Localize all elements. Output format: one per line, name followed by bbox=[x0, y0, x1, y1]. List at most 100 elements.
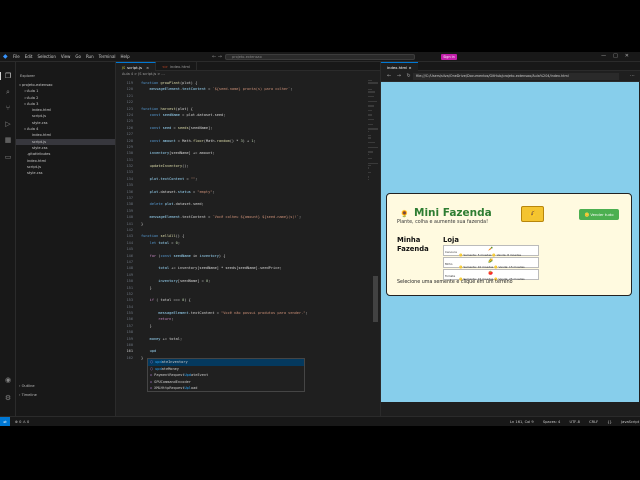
code-token: () { bbox=[175, 234, 185, 239]
source-control-icon[interactable]: ⑂ bbox=[4, 104, 12, 112]
code-token: ) { bbox=[218, 253, 226, 258]
menu-view[interactable]: View bbox=[61, 54, 71, 59]
function-symbol-icon: ⬡ bbox=[150, 366, 154, 371]
menu-file[interactable]: File bbox=[13, 54, 20, 59]
breadcrumb[interactable]: Aula 4 > JS script.js > ... bbox=[122, 72, 165, 76]
outline-section[interactable]: › Outline bbox=[16, 382, 115, 390]
code-token: plot bbox=[141, 176, 159, 181]
sign-in-button[interactable]: Sign in bbox=[441, 54, 457, 60]
suggestion-prefix: PaymentRequest bbox=[154, 373, 185, 377]
code-token: growPlant bbox=[160, 81, 180, 85]
menu-help[interactable]: Help bbox=[121, 54, 130, 59]
minimap-line bbox=[368, 162, 378, 164]
command-center-search[interactable]: projeto-extensao bbox=[225, 54, 415, 60]
remote-indicator-icon[interactable]: ⇌ bbox=[0, 417, 10, 426]
code-token: [seedName] += amount; bbox=[169, 151, 215, 156]
minimap-line bbox=[368, 109, 372, 112]
explorer-icon[interactable]: ❐ bbox=[0, 72, 12, 80]
sell-all-label: Vender tudo bbox=[590, 212, 614, 217]
app-subtitle: Plante, colha e aumente sua fazenda! bbox=[397, 220, 489, 225]
tab-label: index.html bbox=[169, 64, 191, 69]
app-title: Mini Fazenda bbox=[414, 207, 492, 219]
minimap-line bbox=[368, 137, 371, 139]
code-lines[interactable]: 119 function growPlant(plot) {120 message… bbox=[116, 80, 380, 361]
code-token: ; bbox=[171, 317, 174, 322]
encoding[interactable]: UTF-8 bbox=[569, 420, 579, 424]
editor-scrollbar[interactable] bbox=[373, 276, 378, 322]
menu-selection[interactable]: Selection bbox=[37, 54, 55, 59]
code-token: ) { bbox=[184, 298, 191, 303]
line-number: 162 bbox=[126, 355, 134, 360]
menu-terminal[interactable]: Terminal bbox=[99, 54, 116, 59]
shop-item-name: Tomate bbox=[445, 274, 456, 278]
code-token: [seedName]; bbox=[188, 125, 213, 130]
remote-explorer-icon[interactable]: ▭ bbox=[4, 153, 12, 161]
suggestion-item[interactable]: ◇ XMLHttpRequestUpload bbox=[148, 385, 304, 392]
code-token: `${seed.name} pronta(s) para colher` bbox=[212, 87, 291, 92]
activity-bar: ❐ ⌕ ⑂ ▷ ▦ ▭ ◉ ⚙ bbox=[0, 62, 16, 416]
tree-item-label: index.html bbox=[32, 133, 52, 138]
code-token: } bbox=[141, 355, 144, 360]
code-token: (); bbox=[182, 164, 189, 169]
tree-item-label: script.js bbox=[27, 164, 42, 169]
code-token: textContent bbox=[182, 87, 206, 92]
minimap-line bbox=[368, 153, 369, 155]
suggestion-suffix: oad bbox=[190, 386, 198, 390]
code-token: seedName bbox=[173, 253, 191, 258]
shop-item-name: Cenoura bbox=[445, 250, 457, 254]
tree-item-label: style.css bbox=[32, 145, 48, 150]
timeline-section[interactable]: › Timeline bbox=[16, 391, 115, 399]
tree-item-label: projeto-extensao bbox=[22, 83, 53, 87]
menu-run[interactable]: Run bbox=[86, 54, 94, 59]
more-icon[interactable]: ⋯ bbox=[630, 73, 635, 79]
menu-edit[interactable]: Edit bbox=[25, 54, 33, 59]
search-icon[interactable]: ⌕ bbox=[4, 88, 12, 96]
code-token: random bbox=[216, 138, 230, 143]
outline-label: Outline bbox=[21, 384, 35, 388]
minimap-line bbox=[368, 80, 373, 82]
extensions-icon[interactable]: ▦ bbox=[4, 136, 12, 144]
back-forward-reload-icon[interactable]: ← → ↻ bbox=[387, 73, 413, 79]
sell-all-button[interactable]: 🪙 Vender tudo bbox=[579, 209, 619, 220]
cursor-position[interactable]: Ln 161, Col 9 bbox=[510, 420, 534, 424]
tab-script-js[interactable]: JS script.js × bbox=[116, 62, 157, 71]
code-token: .textContent = bbox=[179, 215, 213, 220]
indentation[interactable]: Spaces: 4 bbox=[543, 420, 560, 424]
language-mode[interactable]: JavaScript bbox=[621, 420, 639, 424]
coin-bag-icon[interactable]: 💰 bbox=[521, 206, 544, 222]
minimap[interactable] bbox=[368, 80, 378, 300]
shop-item[interactable]: Milho 🌽 🪙 Semente: 10 moedas 🪙 Venda: 15 m… bbox=[443, 257, 539, 269]
tab-index-html[interactable]: <> index.html bbox=[156, 62, 198, 71]
line-text: } bbox=[141, 355, 143, 361]
minimap-line bbox=[368, 82, 378, 84]
code-token: messageElement bbox=[141, 87, 180, 92]
run-debug-icon[interactable]: ▷ bbox=[4, 120, 12, 128]
minimap-line bbox=[368, 114, 373, 116]
class-symbol-icon: ◇ bbox=[150, 373, 153, 377]
url-bar[interactable]: file:///C:/Users/silva/OneDrive/Document… bbox=[413, 73, 619, 80]
code-token: (Math. bbox=[203, 138, 217, 143]
problems-count[interactable]: ⊗ 0 ⚠ 0 bbox=[15, 420, 29, 424]
code-token: seeds bbox=[177, 125, 189, 130]
code-token: } bbox=[141, 221, 144, 226]
code-token: amount bbox=[162, 138, 176, 143]
minimap-line bbox=[368, 89, 372, 91]
close-icon[interactable]: × bbox=[146, 65, 149, 70]
minimap-line bbox=[368, 151, 374, 153]
account-icon[interactable]: ◉ bbox=[4, 376, 12, 384]
tree-item-label: index.html bbox=[27, 158, 47, 163]
line-ending[interactable]: CRLF bbox=[589, 420, 598, 424]
window-controls[interactable]: —□✕ bbox=[601, 53, 636, 59]
menu-go[interactable]: Go bbox=[75, 54, 81, 59]
tree-item-label: style.css bbox=[32, 120, 48, 125]
shop-item[interactable]: Cenoura 🥕 🪙 Semente: 5 moedas 🪙 Venda: 8 m… bbox=[443, 245, 539, 257]
shop-item[interactable]: Tomate 🍅 🪙 Semente: 15 moedas 🪙 Venda: 25 … bbox=[443, 269, 539, 281]
settings-gear-icon[interactable]: ⚙ bbox=[4, 394, 12, 402]
tab-label: index.html bbox=[387, 65, 408, 70]
preview-toolbar: ← → ↻ file:///C:/Users/silva/OneDrive/Do… bbox=[381, 72, 640, 82]
tab-preview-index[interactable]: index.html × bbox=[381, 62, 418, 71]
minimap-line bbox=[368, 100, 377, 102]
nav-arrows-icon[interactable]: ← → bbox=[212, 54, 222, 60]
tree-item[interactable]: style.css bbox=[16, 170, 115, 176]
tree-item-label: Aula 1 bbox=[27, 89, 39, 94]
